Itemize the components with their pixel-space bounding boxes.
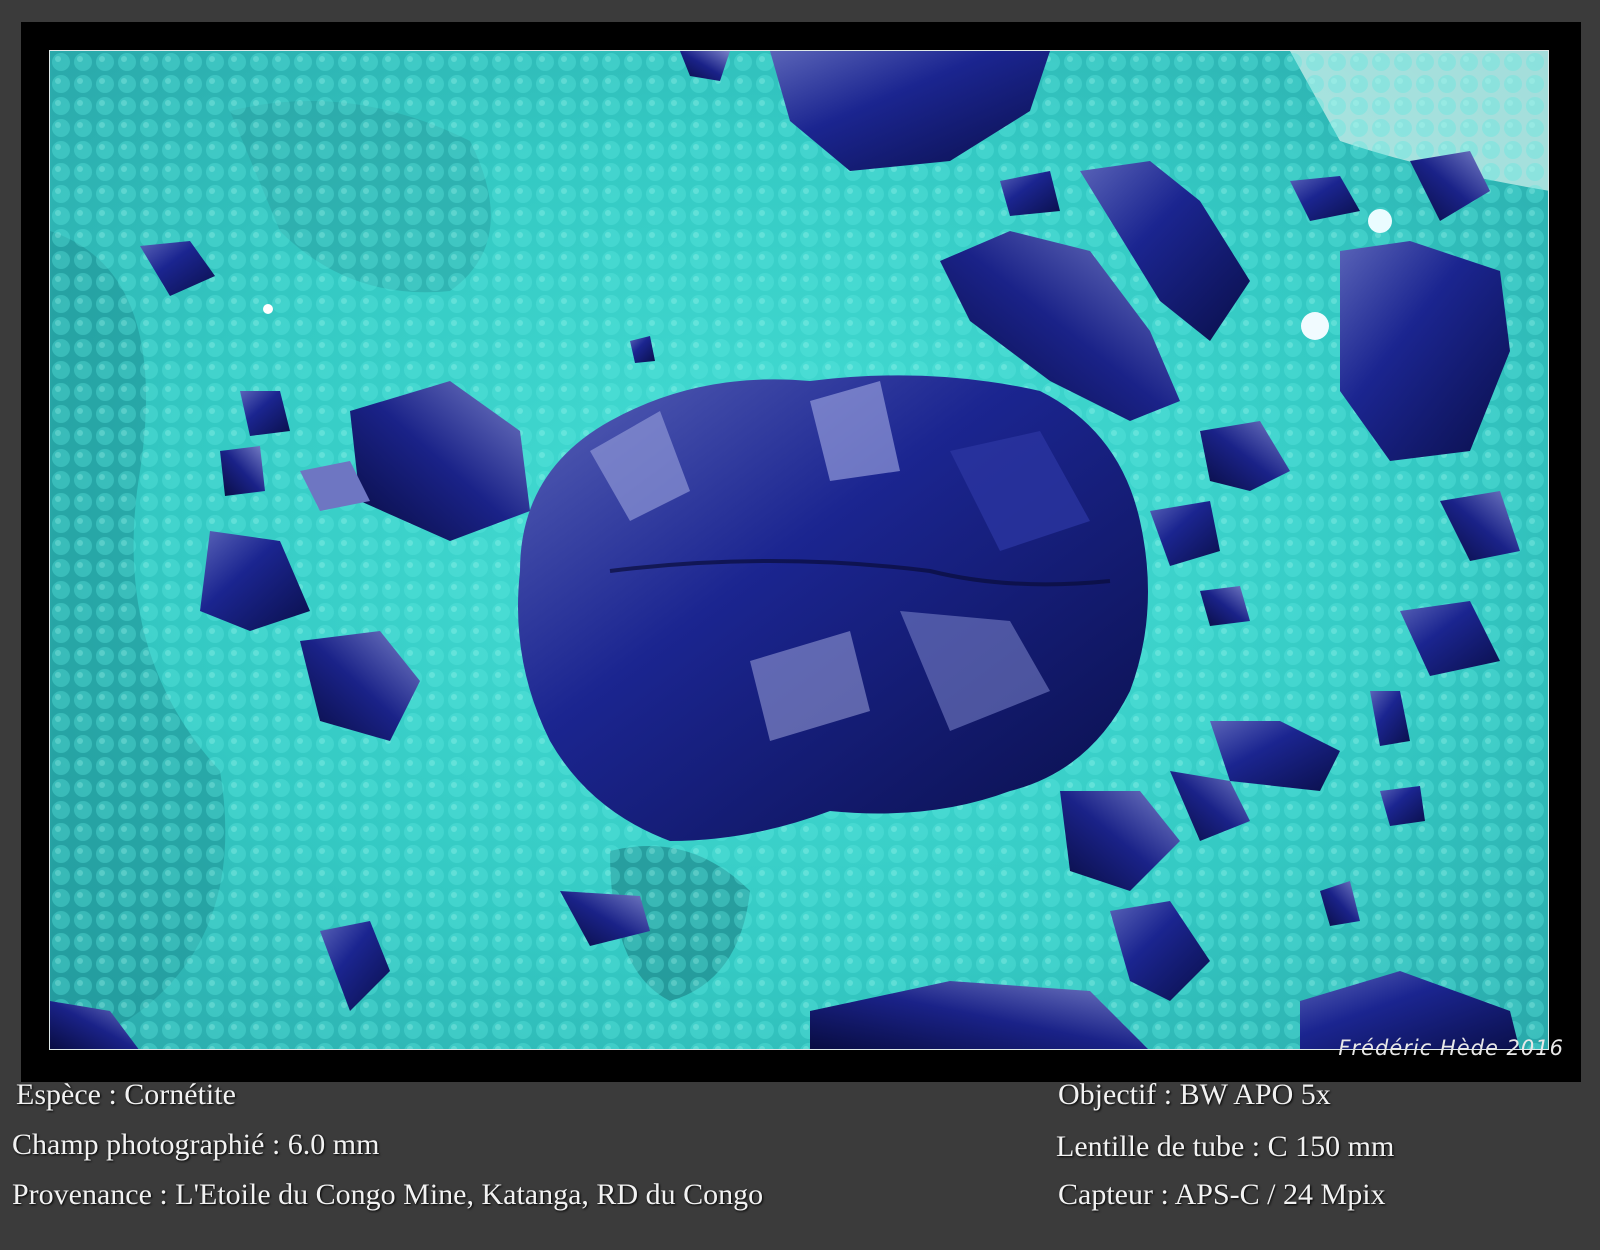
sensor-label: Capteur : APS-C / 24 Mpix [1058,1178,1386,1211]
objective-label: Objectif : BW APO 5x [1058,1078,1331,1111]
provenance-label: Provenance : L'Etoile du Congo Mine, Kat… [12,1178,764,1211]
field-of-view-label: Champ photographié : 6.0 mm [12,1128,380,1161]
photo-frame [21,22,1581,1082]
mineral-photograph [49,50,1549,1050]
photographer-credit: Frédéric Hède 2016 [1338,1036,1564,1060]
tube-lens-label: Lentille de tube : C 150 mm [1056,1130,1395,1163]
species-label: Espèce : Cornétite [16,1078,236,1111]
cornetite-crystal-photo [50,51,1548,1049]
